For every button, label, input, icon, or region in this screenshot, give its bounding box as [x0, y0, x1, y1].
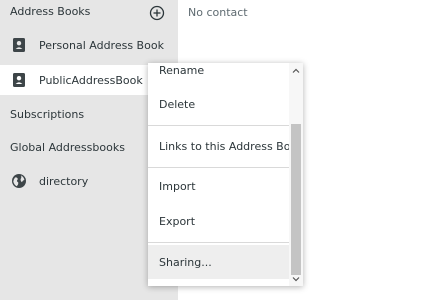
- subscriptions-title: Subscriptions: [10, 107, 85, 121]
- add-address-book-button[interactable]: [147, 3, 167, 23]
- menu-item-label: Export: [159, 214, 196, 228]
- address-book-label: Personal Address Book: [39, 38, 164, 52]
- chevron-down-icon[interactable]: [292, 275, 300, 283]
- menu-item-delete[interactable]: Delete: [148, 87, 289, 121]
- address-book-label: PublicAddressBook: [39, 73, 143, 87]
- address-book-personal[interactable]: Personal Address Book: [0, 30, 178, 60]
- globe-icon: [12, 174, 26, 188]
- global-addressbooks-title: Global Addressbooks: [10, 140, 125, 154]
- empty-contacts-message: No contact: [188, 6, 248, 19]
- menu-divider: [148, 125, 289, 126]
- address-books-title: Address Books: [10, 4, 91, 18]
- scrollbar-thumb[interactable]: [291, 124, 301, 275]
- menu-item-label: Rename: [159, 63, 205, 77]
- menu-item-label: Links to this Address Book: [159, 139, 303, 153]
- menu-divider: [148, 167, 289, 168]
- chevron-up-icon[interactable]: [292, 67, 300, 75]
- menu-scrollbar[interactable]: [289, 63, 303, 286]
- menu-item-rename[interactable]: Rename: [148, 63, 289, 87]
- menu-item-label: Import: [159, 179, 196, 193]
- menu-item-export[interactable]: Export: [148, 204, 289, 238]
- address-book-icon: [13, 38, 25, 52]
- menu-item-sharing[interactable]: Sharing...: [148, 245, 289, 279]
- menu-item-label: Sharing...: [159, 255, 212, 269]
- menu-item-links[interactable]: Links to this Address Book: [148, 129, 303, 163]
- menu-item-import[interactable]: Import: [148, 169, 289, 203]
- address-book-icon: [13, 73, 25, 87]
- menu-divider: [148, 242, 289, 243]
- plus-circle-icon: [149, 5, 165, 21]
- address-book-context-menu: Rename Delete Links to this Address Book…: [148, 63, 303, 286]
- address-book-label: directory: [39, 174, 89, 188]
- menu-item-label: Delete: [159, 97, 196, 111]
